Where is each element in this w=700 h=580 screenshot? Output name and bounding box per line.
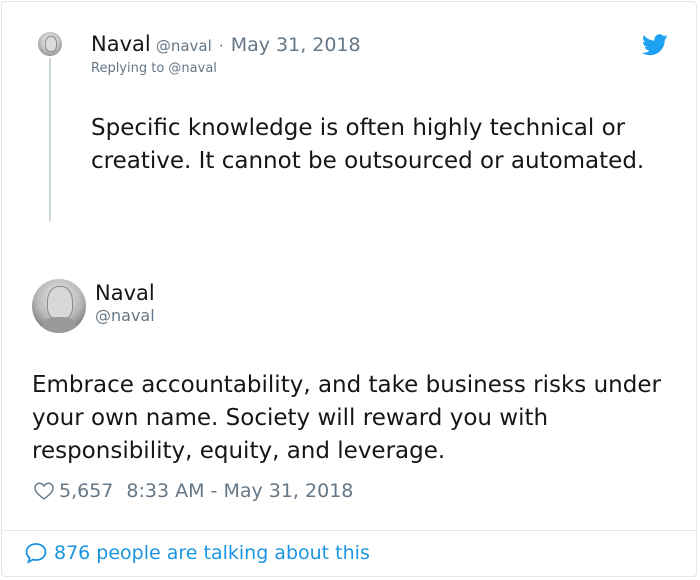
twitter-bird-icon[interactable]: [641, 34, 668, 56]
parent-tweet-header: Naval @naval · May 31, 2018: [91, 32, 361, 56]
conversation-footer[interactable]: 876 people are talking about this: [24, 541, 370, 565]
main-author-name[interactable]: Naval: [95, 281, 155, 305]
header-separator: ·: [218, 37, 224, 55]
like-count[interactable]: 5,657: [59, 480, 113, 502]
main-author-handle[interactable]: @naval: [95, 306, 155, 325]
parent-avatar[interactable]: [38, 32, 62, 56]
tweet-timestamp[interactable]: 8:33 AM - May 31, 2018: [126, 480, 353, 502]
parent-tweet-text: Specific knowledge is often highly techn…: [91, 115, 645, 174]
thread-line: [49, 58, 51, 221]
parent-author-handle[interactable]: @naval: [156, 37, 212, 55]
conversation-link[interactable]: 876 people are talking about this: [54, 542, 370, 564]
main-avatar[interactable]: [32, 279, 86, 333]
heart-icon[interactable]: [33, 480, 55, 502]
tweet-meta: 5,657 8:33 AM - May 31, 2018: [33, 480, 353, 502]
speech-bubble-icon[interactable]: [24, 541, 48, 565]
footer-divider: [1, 530, 697, 531]
main-tweet-text: Embrace accountability, and take busines…: [32, 372, 661, 464]
parent-tweet-date[interactable]: May 31, 2018: [231, 34, 361, 56]
replying-to-label[interactable]: Replying to @naval: [91, 61, 217, 76]
parent-author-name[interactable]: Naval: [91, 32, 151, 56]
